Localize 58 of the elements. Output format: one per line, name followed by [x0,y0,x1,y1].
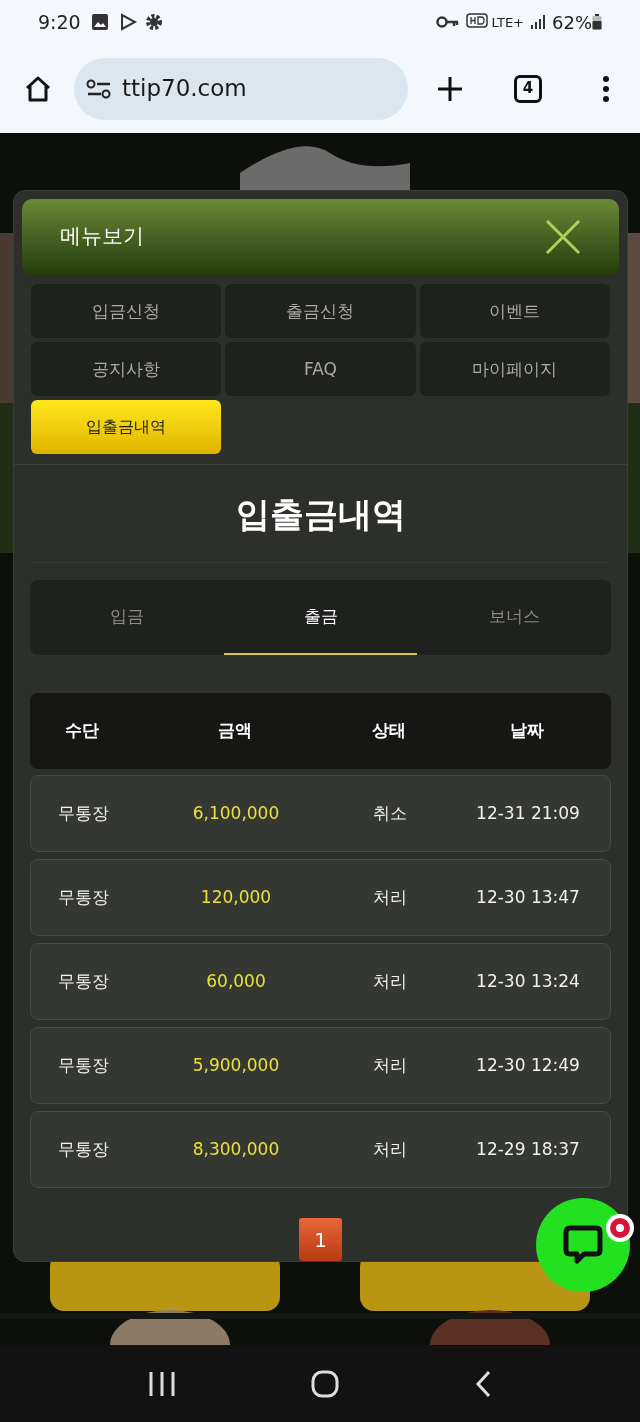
recent-apps-icon[interactable] [147,1370,176,1397]
tab[interactable]: 출금 [223,580,418,655]
menu-item[interactable]: 출금신청 [225,284,416,339]
table-cell-text: 처리 [372,1137,408,1161]
tab[interactable]: 입금 [30,580,224,655]
tab-count[interactable]: 4 [514,74,542,103]
battery-percent: 62% [552,10,592,35]
status-time: 9:20 [38,9,81,35]
menu-item[interactable]: 입출금내역 [31,400,222,455]
menu-item[interactable]: 입금신청 [31,284,222,339]
signal-icon [530,14,546,30]
back-icon[interactable] [474,1369,493,1398]
table-cell-text: 무통장 [56,1137,110,1161]
url-text: ttip70.com [122,74,247,104]
table-cell-text: 12-30 12:49 [475,1053,581,1077]
table-cell-text: 처리 [372,1053,408,1077]
menu-item[interactable]: 이벤트 [419,284,610,339]
close-icon[interactable] [545,219,581,256]
image-icon [90,13,109,31]
table-cell-text: 12-31 21:09 [475,801,581,825]
table-cell-text: 12-30 13:47 [475,885,581,909]
column-header: 수단 [64,719,100,743]
notification-dot [605,1213,635,1243]
more-icon[interactable] [602,74,610,103]
table-cell-text: 12-29 18:37 [475,1137,581,1161]
play-icon [118,13,137,31]
battery-icon [592,14,602,30]
page-title: 입출금내역 [234,493,407,537]
address-bar[interactable]: ttip70.com [74,57,408,120]
table-cell-text: 12-30 13:24 [475,969,581,993]
table-cell-text: 6,100,000 [191,801,281,825]
table-cell-text: 8,300,000 [191,1137,281,1161]
table-cell-text: 무통장 [56,885,110,909]
table-cell-text: 무통장 [56,801,110,825]
table-cell-text: 5,900,000 [191,1053,281,1077]
home-nav-icon[interactable] [311,1369,339,1398]
column-header: 금액 [217,719,253,743]
menu-item[interactable]: 마이페이지 [419,342,610,397]
table-cell-text: 무통장 [56,969,110,993]
table-cell-text: 무통장 [56,1053,110,1077]
table-cell-text: 60,000 [205,969,267,993]
hd-icon [466,13,489,31]
new-tab-icon[interactable] [436,74,464,103]
page-button[interactable]: 1 [299,1218,342,1261]
column-header: 날짜 [509,719,545,743]
site-settings-icon[interactable] [86,78,112,99]
tab[interactable]: 보너스 [417,580,611,655]
network-label: LTE+ [491,15,524,29]
table-cell-text: 120,000 [199,885,273,909]
menu-item[interactable]: 공지사항 [31,342,222,397]
column-header: 상태 [371,719,407,743]
menu-item[interactable]: FAQ [225,342,416,397]
table-cell-text: 처리 [372,969,408,993]
key-icon [436,15,461,29]
chat-icon [562,1224,604,1266]
table-cell-text: 취소 [372,801,408,825]
table-cell-text: 처리 [372,885,408,909]
menu-title: 메뉴보기 [60,223,145,251]
